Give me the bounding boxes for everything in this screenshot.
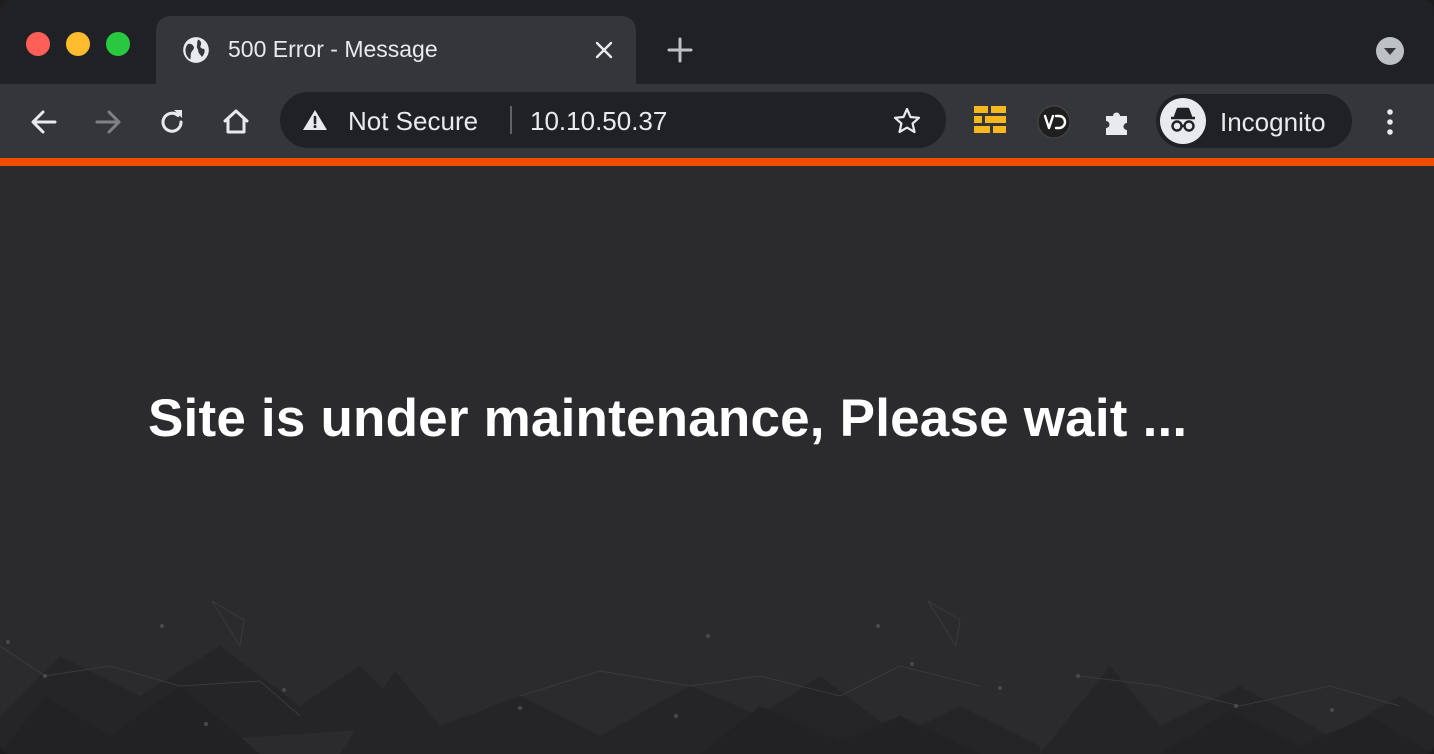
globe-icon <box>183 37 209 63</box>
incognito-icon <box>1160 98 1206 144</box>
tab-strip: 500 Error - Message <box>0 0 1434 84</box>
new-tab-icon[interactable] <box>664 34 696 66</box>
security-status[interactable]: Not Secure <box>348 106 478 137</box>
maintenance-message: Site is under maintenance, Please wait .… <box>148 389 1188 448</box>
profile-label: Incognito <box>1220 107 1326 137</box>
warning-icon[interactable] <box>302 108 328 132</box>
page-content: Site is under maintenance, Please wait .… <box>0 166 1434 754</box>
chevron-down-icon[interactable] <box>1376 37 1404 65</box>
accent-bar <box>0 158 1434 166</box>
minimize-window-button[interactable] <box>66 32 90 56</box>
url-text[interactable]: 10.10.50.37 <box>530 106 667 137</box>
arrow-left-icon[interactable] <box>26 104 62 140</box>
grid-extension-icon[interactable] <box>972 104 1008 136</box>
background-polygon-pattern <box>0 600 1434 754</box>
arrow-right-icon[interactable] <box>90 104 126 140</box>
close-window-button[interactable] <box>26 32 50 56</box>
toolbar: Not Secure 10.10.50.37 Incognito <box>0 84 1434 158</box>
tab-active[interactable]: 500 Error - Message <box>156 16 636 84</box>
zoom-window-button[interactable] <box>106 32 130 56</box>
kebab-menu-icon[interactable] <box>1372 104 1408 140</box>
profile-button[interactable]: Incognito <box>1156 94 1352 148</box>
address-bar[interactable]: Not Secure 10.10.50.37 <box>280 92 946 148</box>
reload-icon[interactable] <box>154 104 190 140</box>
vd-extension-icon[interactable] <box>1036 104 1072 140</box>
close-tab-icon[interactable] <box>592 38 616 62</box>
home-icon[interactable] <box>218 104 254 140</box>
puzzle-icon[interactable] <box>1100 104 1136 140</box>
browser-window: 500 Error - Message Not Secure 10.10.50.… <box>0 0 1434 754</box>
divider <box>510 106 512 134</box>
star-icon[interactable] <box>892 106 922 136</box>
tab-title: 500 Error - Message <box>228 36 438 62</box>
